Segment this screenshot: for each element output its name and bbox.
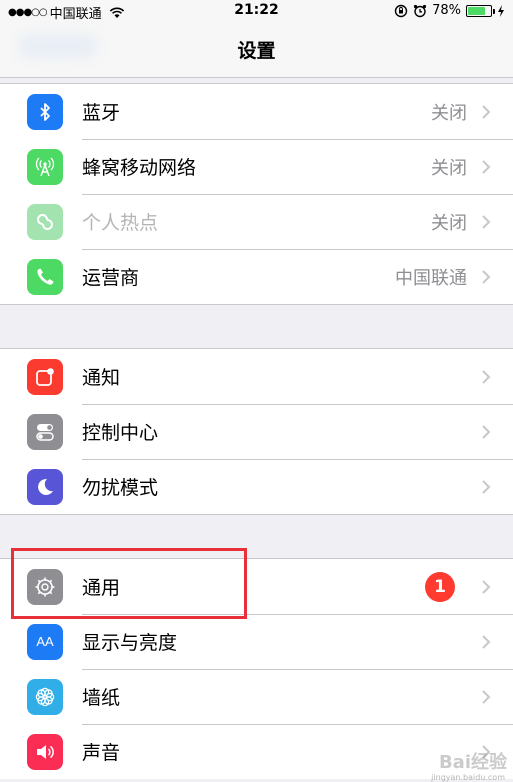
phone-icon (27, 258, 63, 295)
settings-row-cellular[interactable]: 蜂窝移动网络 关闭 (0, 139, 513, 194)
settings-group-connectivity: 蓝牙 关闭 蜂窝移动网络 关闭 个人热点 关闭 运营商 中国联通 (0, 83, 513, 305)
chevron-right-icon (482, 634, 491, 649)
settings-row-notifications[interactable]: 通知 (0, 349, 513, 404)
row-label: 运营商 (82, 267, 140, 289)
battery-fill (468, 6, 486, 15)
update-badge: 1 (425, 571, 455, 602)
settings-row-do-not-disturb[interactable]: 勿扰模式 (0, 459, 513, 514)
row-label: 勿扰模式 (82, 477, 159, 499)
chevron-right-icon (482, 269, 491, 284)
page-title: 设置 (237, 40, 276, 62)
cellular-icon (27, 148, 63, 185)
watermark-url: jingyan.baidu.com (431, 773, 505, 782)
row-label: 声音 (82, 742, 121, 764)
status-bar: ●●●○○ 中国联通 21:22 78% (0, 0, 513, 22)
moon-icon (27, 468, 63, 505)
row-label: 显示与亮度 (82, 632, 178, 654)
row-value: 关闭 (431, 157, 467, 179)
bluetooth-icon (27, 93, 63, 130)
settings-row-carrier[interactable]: 运营商 中国联通 (0, 249, 513, 304)
settings-row-bluetooth[interactable]: 蓝牙 关闭 (0, 84, 513, 139)
settings-row-control-center[interactable]: 控制中心 (0, 404, 513, 459)
control-center-icon (27, 413, 63, 450)
row-value: 中国联通 (395, 267, 467, 289)
chevron-right-icon (482, 214, 491, 229)
wallpaper-icon (27, 678, 63, 715)
settings-group-notifications: 通知 控制中心 勿扰模式 (0, 348, 513, 515)
chevron-right-icon (482, 479, 491, 494)
row-label: 蓝牙 (82, 102, 121, 124)
chevron-right-icon (482, 424, 491, 439)
chevron-right-icon (482, 104, 491, 119)
row-label: 通知 (82, 367, 121, 389)
rotation-lock-icon (394, 4, 408, 17)
alarm-icon (413, 4, 427, 17)
chevron-right-icon (482, 579, 491, 594)
settings-row-display-brightness[interactable]: AA 显示与亮度 (0, 614, 513, 669)
row-value: 关闭 (431, 102, 467, 124)
battery-percent: 78% (432, 3, 461, 18)
row-label: 蜂窝移动网络 (82, 157, 197, 179)
sound-icon (27, 733, 63, 770)
row-label: 墙纸 (82, 687, 121, 709)
settings-row-personal-hotspot[interactable]: 个人热点 关闭 (0, 194, 513, 249)
charging-icon (498, 4, 504, 17)
display-icon-text: AA (36, 634, 54, 649)
battery-icon (466, 4, 495, 17)
row-label: 个人热点 (82, 212, 159, 234)
settings-row-sounds[interactable]: 声音 (0, 724, 513, 779)
annotation-highlight-box (11, 548, 247, 619)
hotspot-icon (27, 203, 63, 240)
chevron-right-icon (482, 689, 491, 704)
row-label: 控制中心 (82, 422, 159, 444)
watermark: Bai经验 (438, 752, 507, 773)
chevron-right-icon (482, 369, 491, 384)
chevron-right-icon (482, 159, 491, 174)
navigation-bar: 设置 (0, 22, 513, 78)
notifications-icon (27, 358, 63, 395)
display-icon: AA (27, 623, 63, 660)
row-value: 关闭 (431, 212, 467, 234)
settings-row-wallpaper[interactable]: 墙纸 (0, 669, 513, 724)
